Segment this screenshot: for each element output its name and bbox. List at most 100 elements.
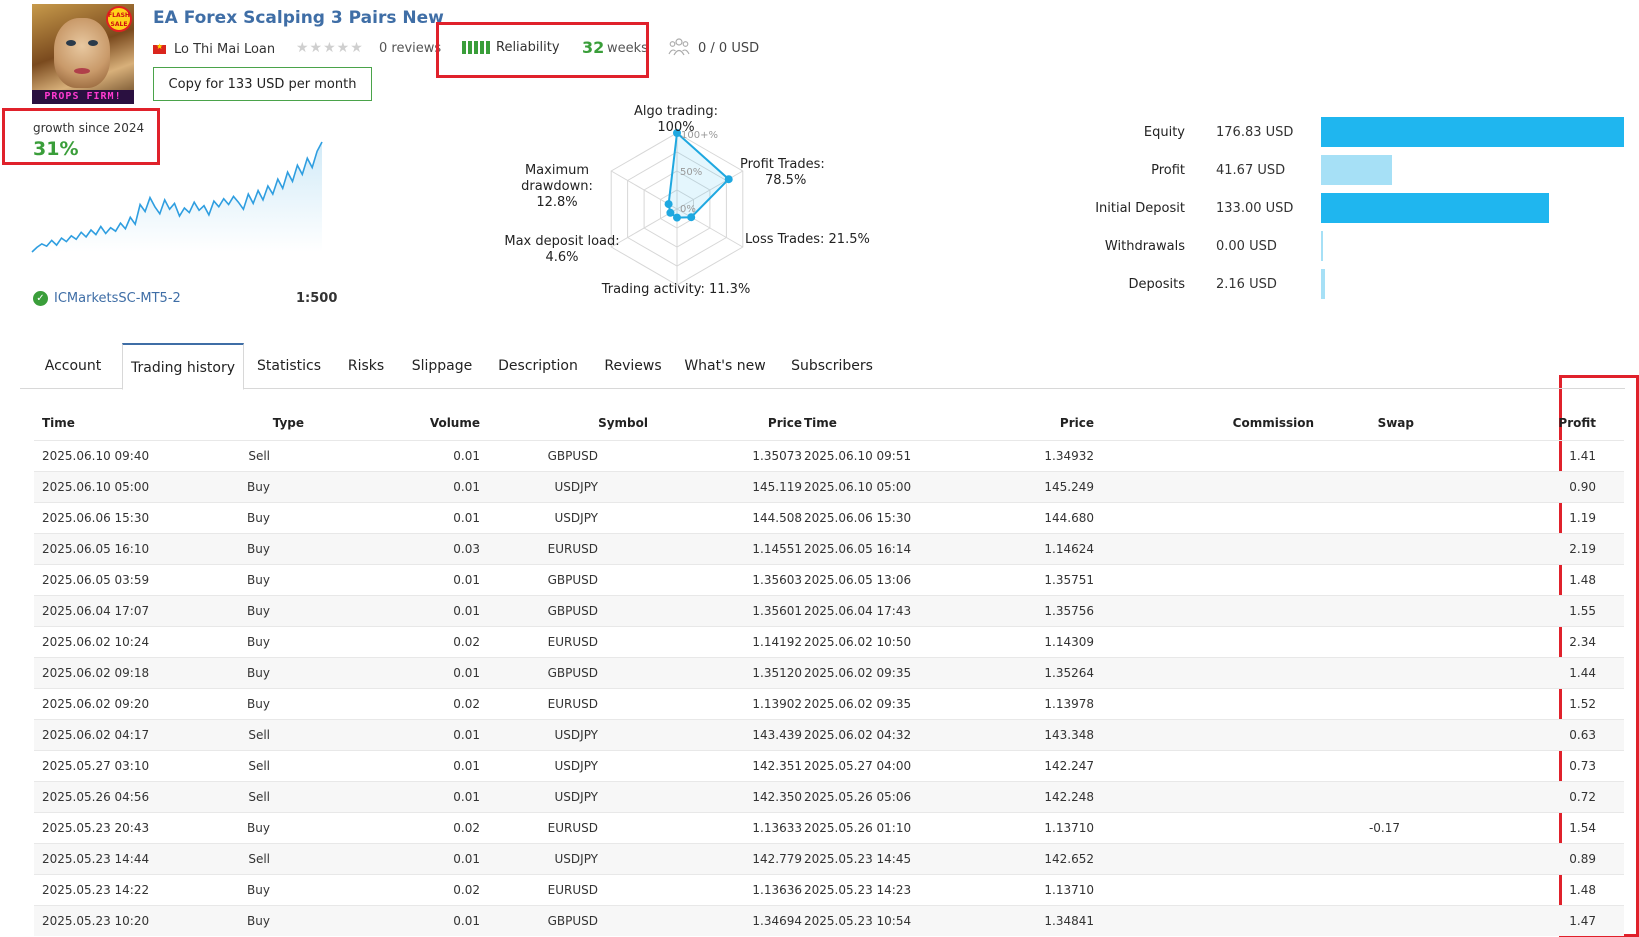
cell-profit[interactable]: 0.63 [1484,728,1596,742]
cell-time-open: 2025.05.23 10:20 [42,914,150,928]
tab-statistics[interactable]: Statistics [247,343,331,389]
cell-profit[interactable]: 1.55 [1484,604,1596,618]
growth-chart[interactable] [30,138,336,268]
copy-subscribe-button[interactable]: Copy for 133 USD per month [153,67,372,101]
cell-type: Buy [247,604,270,618]
radar-point[interactable] [664,200,673,209]
cell-time-open: 2025.05.23 14:44 [42,852,150,866]
cell-profit[interactable]: 2.19 [1484,542,1596,556]
radar-label-loss-trades: Loss Trades: 21.5% [745,232,870,247]
cell-profit[interactable]: 1.48 [1484,573,1596,587]
table-row[interactable]: 2025.05.23 14:22 Buy 0.02 EURUSD 1.13636 2025… [34,874,1624,905]
cell-profit[interactable]: 2.34 [1484,635,1596,649]
column-header-price-close[interactable]: Price [994,416,1094,430]
table-row[interactable]: 2025.06.05 16:10 Buy 0.03 EURUSD 1.14551 2025… [34,533,1624,564]
cell-price-close: 1.13710 [1044,821,1094,835]
balance-bar-deposits[interactable] [1321,269,1325,299]
balance-bar-profit[interactable] [1321,155,1393,185]
column-header-time-close[interactable]: Time [804,416,954,430]
table-row[interactable]: 2025.06.02 10:24 Buy 0.02 EURUSD 1.14192 2025… [34,626,1624,657]
table-row[interactable]: 2025.06.10 05:00 Buy 0.01 USDJPY 145.119 2025… [34,471,1624,502]
column-header-symbol[interactable]: Symbol [554,416,648,430]
tab-risks[interactable]: Risks [339,343,393,389]
rating-stars-icon[interactable]: ★★★★★ [296,40,364,56]
table-row[interactable]: 2025.05.23 20:43 Buy 0.02 EURUSD 1.13633 2025… [34,812,1624,843]
cell-profit[interactable]: 0.73 [1484,759,1596,773]
cell-profit[interactable]: 1.54 [1484,821,1596,835]
tab-slippage[interactable]: Slippage [404,343,480,389]
table-row[interactable]: 2025.06.05 03:59 Buy 0.01 GBPUSD 1.35603 2025… [34,564,1624,595]
signal-avatar[interactable]: FLASH SALE PROPS FIRM! [32,4,134,104]
cell-price-close: 1.13710 [1044,883,1094,897]
cell-profit[interactable]: 1.52 [1484,697,1596,711]
column-header-commission[interactable]: Commission [1164,416,1314,430]
column-header-swap[interactable]: Swap [1324,416,1414,430]
tab-trading-history[interactable]: Trading history [122,343,244,390]
cell-profit[interactable]: 1.44 [1484,666,1596,680]
tab-what-s-new[interactable]: What's new [680,343,770,389]
cell-price-close: 1.13978 [1044,697,1094,711]
cell-profit[interactable]: 1.19 [1484,511,1596,525]
table-row[interactable]: 2025.05.26 04:56 Sell 0.01 USDJPY 142.350 202… [34,781,1624,812]
balance-value-deposits: 2.16 USD [1216,277,1277,292]
column-header-time-open[interactable]: Time [42,416,192,430]
reviews-count[interactable]: 0 reviews [379,41,441,56]
table-row[interactable]: 2025.05.27 03:10 Sell 0.01 USDJPY 142.351 202… [34,750,1624,781]
radar-label-profit-trades: Profit Trades: 78.5% [740,157,840,189]
tab-reviews[interactable]: Reviews [598,343,668,389]
cell-symbol: EURUSD [547,635,598,649]
tab-description[interactable]: Description [492,343,584,389]
cell-profit[interactable]: 0.72 [1484,790,1596,804]
cell-time-close: 2025.05.27 04:00 [804,759,912,773]
leverage-value: 1:500 [296,291,338,306]
cell-profit[interactable]: 0.89 [1484,852,1596,866]
table-row[interactable]: 2025.06.04 17:07 Buy 0.01 GBPUSD 1.35601 2025… [34,595,1624,626]
reliability-indicator: Reliability [462,40,560,55]
flash-sale-badge: FLASH SALE [106,6,132,32]
cell-price-close: 145.249 [1044,480,1094,494]
cell-time-open: 2025.06.02 10:24 [42,635,150,649]
cell-price-close: 1.35264 [1044,666,1094,680]
broker-name[interactable]: ICMarketsSC-MT5-2 [54,291,181,306]
balance-bar-equity[interactable] [1321,117,1624,147]
table-row[interactable]: 2025.06.02 09:18 Buy 0.01 GBPUSD 1.35120 2025… [34,657,1624,688]
tab-account[interactable]: Account [32,343,114,389]
growth-area [32,142,322,252]
cell-profit[interactable]: 1.41 [1484,449,1596,463]
tab-subscribers[interactable]: Subscribers [784,343,880,389]
radar-point[interactable] [724,175,733,184]
table-row[interactable]: 2025.06.10 09:40 Sell 0.01 GBPUSD 1.35073 202… [34,440,1624,471]
avatar-face [54,18,110,88]
cell-type: Buy [247,542,270,556]
cell-time-open: 2025.05.26 04:56 [42,790,150,804]
radar-label-max-drawdown-value: drawdown: 12.8% [521,179,593,210]
cell-time-close: 2025.05.23 10:54 [804,914,912,928]
cell-profit[interactable]: 1.47 [1484,914,1596,928]
table-row[interactable]: 2025.06.02 09:20 Buy 0.02 EURUSD 1.13902 2025… [34,688,1624,719]
cell-profit[interactable]: 1.48 [1484,883,1596,897]
radar-scale-0: 0% [680,204,696,215]
subscribers-value[interactable]: 0 / 0 USD [698,41,759,56]
balance-bar-initial-deposit[interactable] [1321,193,1549,223]
column-header-price-open[interactable]: Price [702,416,802,430]
table-row[interactable]: 2025.06.06 15:30 Buy 0.01 USDJPY 144.508 2025… [34,502,1624,533]
author-name[interactable]: Lo Thi Mai Loan [174,42,275,57]
table-row[interactable]: 2025.06.02 04:17 Sell 0.01 USDJPY 143.439 202… [34,719,1624,750]
column-header-volume[interactable]: Volume [384,416,480,430]
cell-symbol: GBPUSD [547,914,598,928]
cell-type: Sell [248,759,270,773]
column-header-profit[interactable]: Profit [1484,416,1596,430]
vietnam-flag-icon [153,42,166,54]
cell-profit[interactable]: 0.90 [1484,480,1596,494]
radar-point[interactable] [666,208,675,217]
cell-price-close: 1.34841 [1044,914,1094,928]
table-row[interactable]: 2025.05.23 10:20 Buy 0.01 GBPUSD 1.34694 2025… [34,905,1624,936]
cell-type: Buy [247,821,270,835]
balance-bar-withdrawals[interactable] [1321,231,1323,261]
column-header-type[interactable]: Type [224,416,304,430]
cell-price-open: 142.350 [752,790,802,804]
cell-price-open: 142.779 [752,852,802,866]
cell-price-open: 1.34694 [752,914,802,928]
signal-title[interactable]: EA Forex Scalping 3 Pairs New [153,8,444,28]
table-row[interactable]: 2025.05.23 14:44 Sell 0.01 USDJPY 142.779 202… [34,843,1624,874]
